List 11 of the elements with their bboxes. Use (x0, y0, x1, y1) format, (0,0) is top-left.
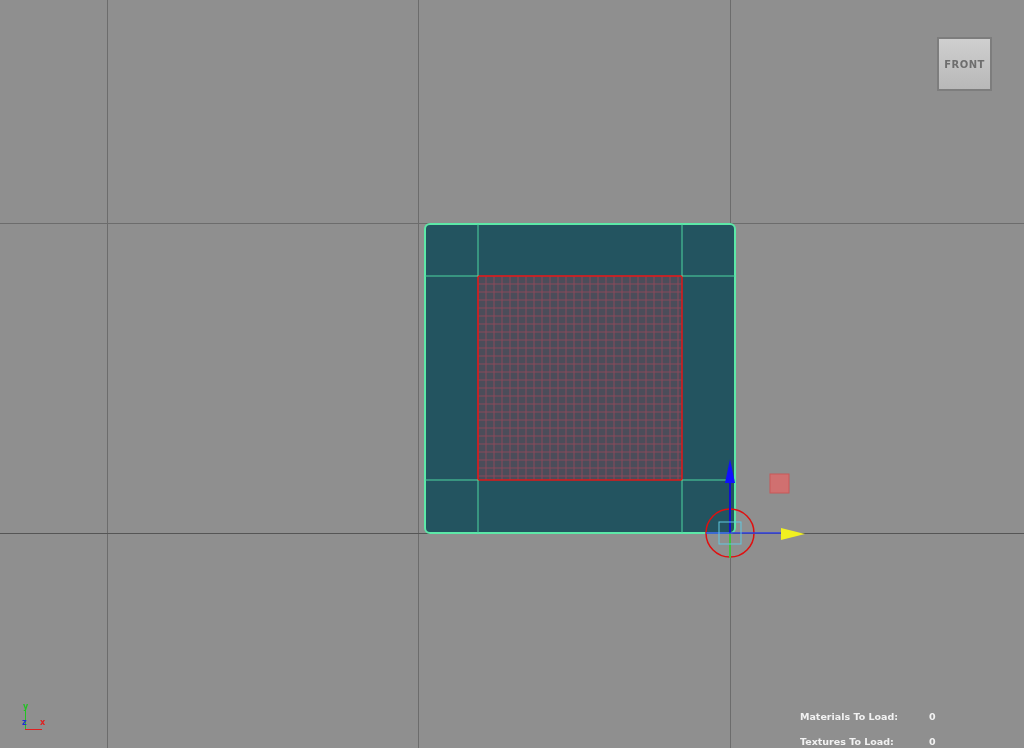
view-cube[interactable]: FRONT (937, 37, 992, 91)
stat-value: 0 (929, 711, 936, 723)
axis-label: z (22, 718, 27, 727)
axis-triad-icon (24, 709, 43, 731)
move-gizmo-drawing[interactable] (705, 459, 805, 559)
stat-label: Textures To Load: (800, 736, 895, 748)
stat-label: Materials To Load: (800, 711, 900, 723)
stat-value: 0 (929, 736, 936, 748)
mesh-drawing[interactable] (424, 223, 736, 534)
pivot-handle-icon[interactable] (769, 473, 790, 494)
axis-label: x (40, 718, 46, 727)
